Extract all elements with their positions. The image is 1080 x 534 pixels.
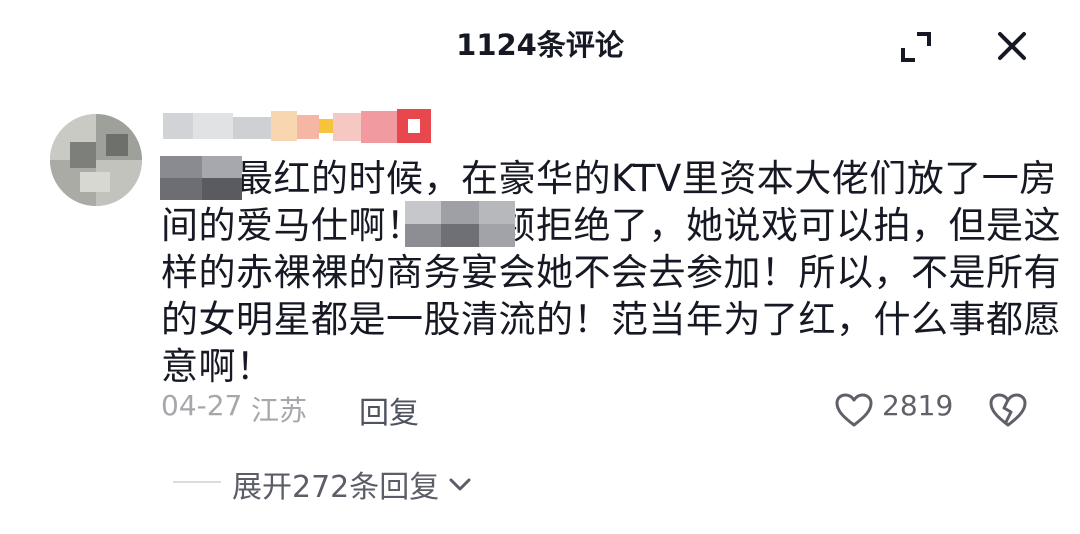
username-blurred[interactable] [163, 107, 435, 149]
comment-location: 江苏 [251, 394, 308, 427]
broken-heart-icon[interactable] [988, 392, 1028, 428]
comment-line: 的女明星都是一股清流的！范当年为了红，什么事都愿 [161, 298, 1061, 341]
close-icon[interactable] [994, 28, 1030, 64]
comment-line: 丽颖最红的时候，在豪华的KTV里资本大佬们放了一房 [161, 157, 1057, 200]
divider-line [173, 481, 221, 483]
expand-replies-button[interactable]: 展开272条回复 [232, 462, 473, 506]
comment-line: 间的爱马仕啊！被丽颖拒绝了，她说戏可以拍，但是这 [161, 204, 1061, 247]
avatar[interactable] [50, 114, 142, 206]
name-mosaic [160, 156, 242, 200]
name-mosaic [405, 201, 515, 247]
comment-text: 丽颖最红的时候，在豪华的KTV里资本大佬们放了一房 间的爱马仕啊！被丽颖拒绝了，… [161, 155, 1061, 390]
comment-line: 样的赤裸裸的商务宴会她不会去参加！所以，不是所有 [161, 251, 1061, 294]
expand-replies-label: 展开272条回复 [232, 470, 440, 505]
chevron-down-icon [449, 478, 471, 491]
comment-line: 意啊！ [161, 345, 274, 388]
heart-icon[interactable] [834, 392, 874, 428]
expand-icon[interactable] [897, 28, 935, 66]
like-count: 2819 [882, 389, 954, 422]
reply-button[interactable]: 回复 [359, 388, 419, 432]
comment-date: 04-27 [161, 389, 243, 422]
